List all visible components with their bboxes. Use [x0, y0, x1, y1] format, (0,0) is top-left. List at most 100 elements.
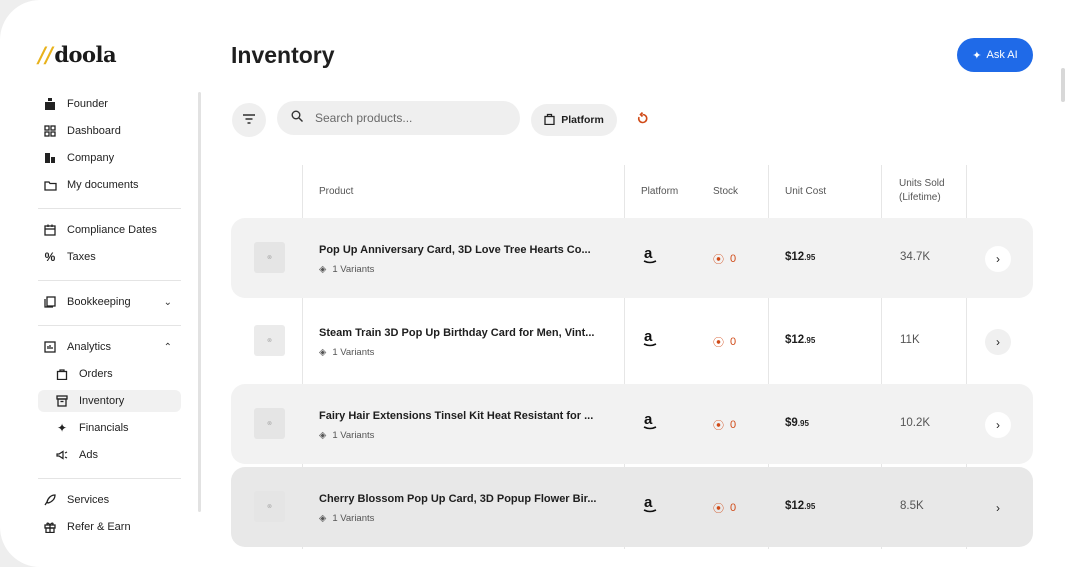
table-row[interactable]: ⊗ Pop Up Anniversary Card, 3D Love Tree … [231, 218, 1033, 298]
chevron-right-icon: › [996, 418, 1000, 432]
sidebar-item-founder[interactable]: Founder [30, 93, 182, 115]
stock-status: ⦿ 0 [713, 336, 737, 349]
refresh-icon [636, 111, 649, 130]
sidebar-item-label: Inventory [79, 395, 125, 407]
column-header-unit-cost[interactable]: Unit Cost [785, 165, 826, 217]
table-row[interactable]: ⊗ Fairy Hair Extensions Tinsel Kit Heat … [231, 384, 1033, 464]
chevron-right-icon: › [996, 252, 1000, 266]
page-scrollbar[interactable] [1061, 68, 1065, 102]
company-icon [40, 151, 60, 165]
platform-filter-button[interactable]: Platform [531, 104, 617, 136]
filter-icon [243, 111, 255, 129]
sidebar-item-orders[interactable]: Orders [30, 363, 182, 385]
unit-cost: $12.95 [785, 500, 816, 512]
sidebar-item-refer-earn[interactable]: Refer & Earn [30, 516, 182, 538]
product-name: Pop Up Anniversary Card, 3D Love Tree He… [319, 244, 591, 256]
page-title: Inventory [231, 42, 335, 68]
percent-icon: % [44, 250, 56, 264]
row-open-button[interactable]: › [985, 246, 1011, 272]
stock-alert-icon: ⦿ [713, 337, 724, 349]
stock-alert-icon: ⦿ [713, 420, 724, 432]
sidebar-item-label: Dashboard [67, 125, 121, 137]
sidebar-item-label: Taxes [67, 251, 96, 263]
product-variants: ◈ 1 Variants [319, 513, 375, 524]
row-open-button[interactable]: › [985, 329, 1011, 355]
sidebar [0, 0, 202, 567]
amazon-logo-icon: a [643, 246, 657, 264]
chevron-right-icon: › [996, 335, 1000, 349]
row-open-button[interactable]: › [985, 412, 1011, 438]
column-header-units-sold[interactable]: Units Sold (Lifetime) [899, 165, 959, 217]
product-thumbnail: ⊗ [254, 325, 285, 356]
inventory-box-icon [52, 394, 72, 408]
search-bar[interactable] [277, 101, 520, 135]
filter-button[interactable] [232, 103, 266, 137]
svg-text:a: a [644, 412, 653, 428]
column-header-platform[interactable]: Platform [641, 165, 678, 217]
reset-filters-button[interactable] [631, 110, 653, 132]
product-thumbnail: ⊗ [254, 242, 285, 273]
table-row[interactable]: ⊗ Cherry Blossom Pop Up Card, 3D Popup F… [231, 467, 1033, 547]
sparkle-icon: ✦ [56, 421, 68, 435]
sidebar-item-label: Services [67, 494, 110, 506]
product-name: Cherry Blossom Pop Up Card, 3D Popup Flo… [319, 493, 597, 505]
product-variants: ◈ 1 Variants [319, 430, 375, 441]
sidebar-item-company[interactable]: Company [30, 147, 182, 169]
sidebar-divider [38, 208, 181, 209]
book-icon [40, 295, 60, 309]
sidebar-item-label: Company [67, 152, 115, 164]
sidebar-item-ads[interactable]: Ads [30, 444, 182, 466]
sidebar-item-inventory[interactable]: Inventory [38, 390, 181, 412]
units-sold: 34.7K [900, 251, 931, 263]
founder-icon [40, 97, 60, 111]
stock-alert-icon: ⦿ [713, 254, 724, 266]
sidebar-item-my-documents[interactable]: My documents [30, 174, 182, 196]
sidebar-item-label: Ads [79, 449, 98, 461]
platform-filter-label: Platform [561, 114, 604, 126]
units-sold: 11K [900, 334, 920, 346]
amazon-logo-icon: a [643, 329, 657, 347]
sidebar-item-financials[interactable]: ✦ Financials [30, 417, 182, 439]
chevron-down-icon[interactable]: ⌄ [164, 297, 172, 308]
stock-status: ⦿ 0 [713, 502, 737, 515]
megaphone-icon [52, 448, 72, 462]
shopping-bag-icon [52, 367, 72, 381]
product-name: Fairy Hair Extensions Tinsel Kit Heat Re… [319, 410, 594, 422]
amazon-logo-icon: a [643, 412, 657, 430]
calendar-icon [40, 223, 60, 237]
sidebar-item-analytics[interactable]: Analytics ⌃ [30, 336, 182, 358]
svg-text:a: a [644, 246, 653, 262]
layers-icon: ◈ [319, 430, 327, 441]
column-header-stock[interactable]: Stock [713, 165, 738, 217]
rocket-icon [40, 493, 60, 507]
sidebar-item-label: Analytics [67, 341, 112, 353]
unit-cost: $12.95 [785, 251, 816, 263]
shopping-bag-icon [544, 113, 555, 128]
product-variants: ◈ 1 Variants [319, 264, 375, 275]
sidebar-divider [38, 325, 181, 326]
sidebar-scrollbar[interactable] [198, 92, 201, 512]
sidebar-item-bookkeeping[interactable]: Bookkeeping ⌄ [30, 291, 182, 313]
svg-text:a: a [644, 495, 653, 511]
sparkle-icon: ✦ [972, 49, 982, 62]
stock-alert-icon: ⦿ [713, 503, 724, 515]
stock-status: ⦿ 0 [713, 419, 737, 432]
svg-text:a: a [644, 329, 653, 345]
sidebar-item-dashboard[interactable]: Dashboard [30, 120, 182, 142]
sidebar-item-compliance-dates[interactable]: Compliance Dates [30, 219, 182, 241]
sidebar-item-taxes[interactable]: % Taxes [30, 246, 182, 268]
row-open-button[interactable]: › [985, 495, 1011, 521]
sidebar-item-label: Founder [67, 98, 108, 110]
doola-logo[interactable]: //doola [38, 42, 117, 67]
layers-icon: ◈ [319, 264, 327, 275]
search-input[interactable] [315, 111, 505, 125]
ask-ai-button[interactable]: ✦ Ask AI [957, 38, 1033, 72]
sidebar-divider [38, 280, 181, 281]
product-name: Steam Train 3D Pop Up Birthday Card for … [319, 327, 595, 339]
sidebar-item-label: Compliance Dates [67, 224, 157, 236]
column-header-product[interactable]: Product [319, 165, 353, 217]
sidebar-item-services[interactable]: Services [30, 489, 182, 511]
chevron-up-icon[interactable]: ⌃ [164, 342, 172, 353]
amazon-logo-icon: a [643, 495, 657, 513]
table-row[interactable]: ⊗ Steam Train 3D Pop Up Birthday Card fo… [231, 301, 1033, 381]
